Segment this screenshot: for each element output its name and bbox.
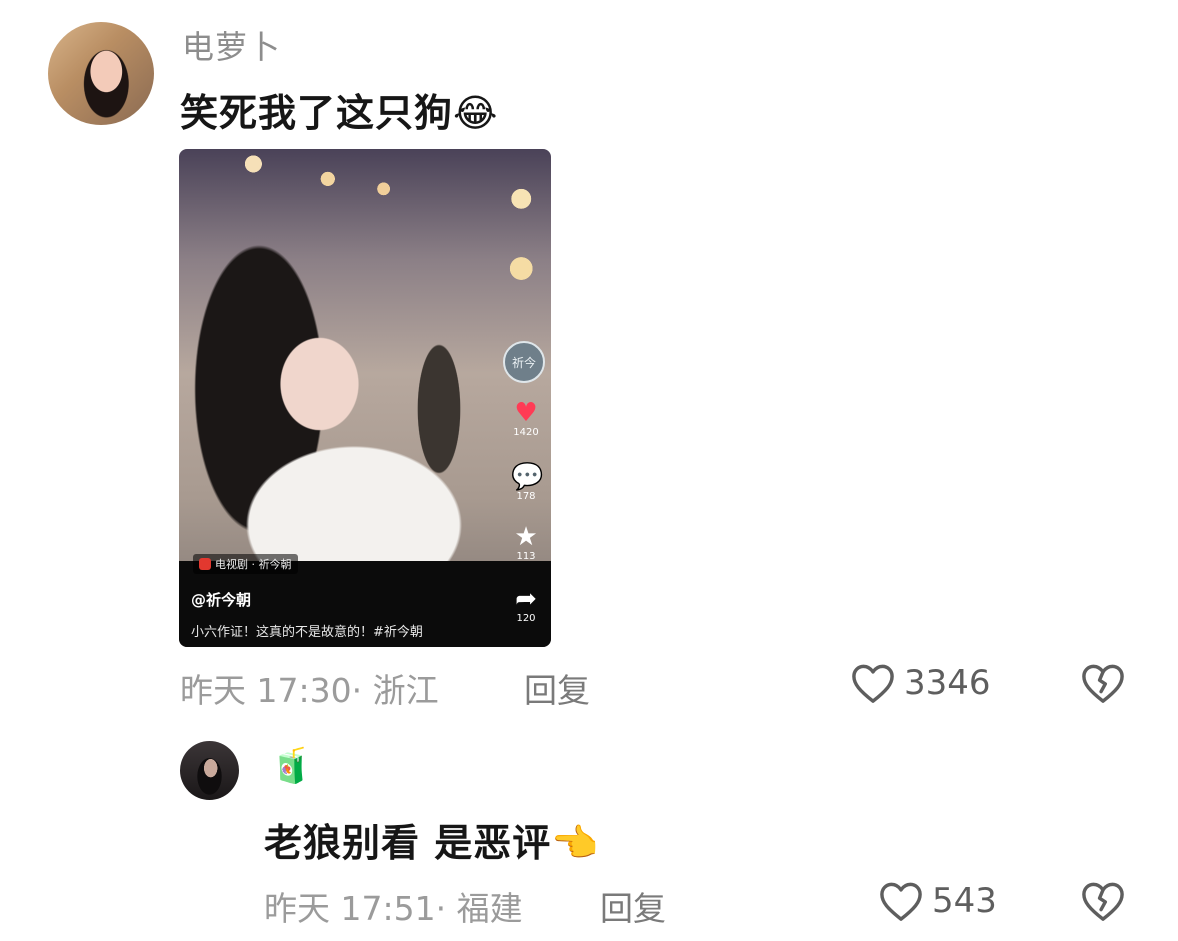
comment-meta: 昨天 17:30· 浙江 xyxy=(180,664,439,712)
video-tag: 电视剧 · 祈今朝 xyxy=(193,554,298,574)
pointing-hand-emoji-icon: 👈 xyxy=(551,821,600,865)
comment-time: 昨天 17:30 xyxy=(180,671,352,710)
video-comment-count: 178 xyxy=(516,491,536,502)
like-count: 3346 xyxy=(904,663,991,703)
reply-comment-body: 老狼别看 是恶评 xyxy=(264,821,552,865)
video-share: ➦ 120 xyxy=(511,585,541,624)
like-button[interactable]: 3346 xyxy=(850,662,991,704)
video-favorite: ★ 113 xyxy=(511,523,541,562)
reply-like-button[interactable]: 543 xyxy=(878,880,997,922)
reply-dislike-button[interactable] xyxy=(1080,880,1126,926)
broken-heart-icon xyxy=(1082,882,1124,921)
reply-like-count: 543 xyxy=(932,881,997,921)
user-avatar[interactable] xyxy=(48,22,154,125)
comment-body: 笑死我了这只狗 xyxy=(180,91,454,135)
video-thumbnail[interactable]: 电视剧 · 祈今朝 @祈今朝 小六作证！这真的不是故意的！#祈今朝 祈今 ♥ 1… xyxy=(179,149,551,647)
video-share-count: 120 xyxy=(516,613,536,624)
video-like: ♥ 1420 xyxy=(511,399,541,438)
reply-username[interactable]: 🧃 xyxy=(270,746,312,786)
video-author: @祈今朝 xyxy=(191,591,252,609)
video-fav-count: 113 xyxy=(516,551,536,562)
reply-comment-location: · 福建 xyxy=(435,889,523,928)
video-author-avatar: 祈今 xyxy=(503,341,545,383)
reply-comment-text: 老狼别看 是恶评👈 xyxy=(264,812,600,867)
video-star-icon: ★ xyxy=(514,522,538,552)
video-share-icon: ➦ xyxy=(515,584,537,614)
video-tag-label: 电视剧 · 祈今朝 xyxy=(215,558,292,571)
comment-location: · 浙江 xyxy=(351,671,439,710)
video-caption: 小六作证！这真的不是故意的！#祈今朝 xyxy=(191,625,423,640)
comment-text: 笑死我了这只狗😂 xyxy=(180,82,498,137)
video-comment-icon: 💬 xyxy=(511,462,544,492)
video-comment: 💬 178 xyxy=(511,462,544,502)
reply-comment-time: 昨天 17:51 xyxy=(264,889,436,928)
dislike-button[interactable] xyxy=(1080,662,1126,708)
video-like-count: 1420 xyxy=(513,427,539,438)
reply-user-avatar[interactable] xyxy=(180,741,239,800)
heart-outline-icon xyxy=(852,664,894,703)
person-face xyxy=(259,319,369,449)
broken-heart-icon xyxy=(1082,664,1124,703)
reply-reply-button[interactable]: 回复 xyxy=(600,882,666,930)
tv-logo-icon xyxy=(199,558,211,570)
reply-comment-meta: 昨天 17:51· 福建 xyxy=(264,882,523,930)
heart-outline-icon xyxy=(880,882,922,921)
reply-button[interactable]: 回复 xyxy=(524,664,590,712)
laugh-emoji-icon: 😂 xyxy=(453,91,499,135)
username[interactable]: 电萝卜 xyxy=(182,22,281,68)
video-heart-icon: ♥ xyxy=(514,398,538,428)
